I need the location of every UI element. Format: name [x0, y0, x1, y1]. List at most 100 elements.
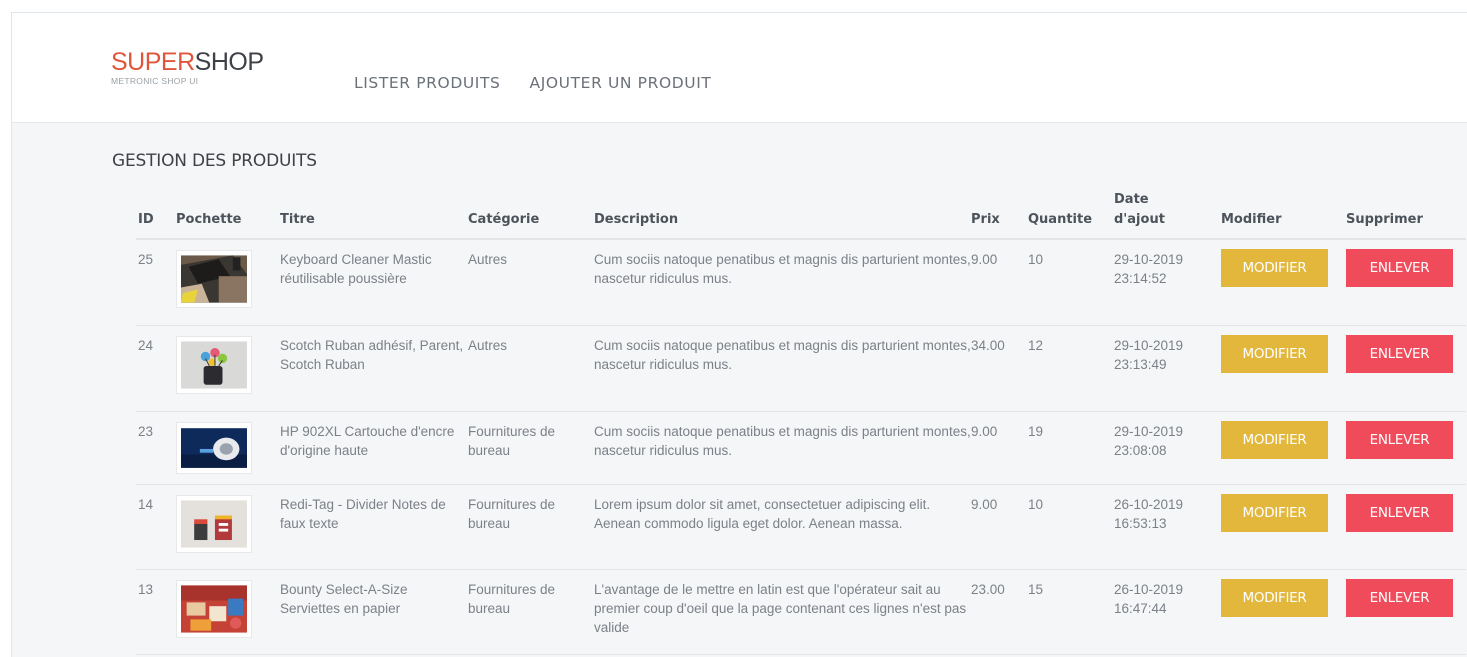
cell-titre: Redi-Tag - Divider Notes de faux texte [280, 496, 446, 531]
cell-date-time: 23:08:08 [1114, 442, 1167, 458]
product-thumbnail[interactable] [176, 579, 252, 638]
header-titre: Titre [280, 212, 315, 227]
modify-button[interactable]: MODIFIER [1221, 249, 1328, 287]
delete-button[interactable]: ENLEVER [1346, 493, 1453, 532]
cell-supprimer: ENLEVER [1346, 569, 1466, 654]
cell-pochette [176, 569, 280, 654]
product-thumbnail[interactable] [176, 250, 252, 308]
table-row: 25 Keyboard Cleaner Mastic réutilisable … [136, 239, 1466, 325]
cell-modifier: MODIFIER [1221, 569, 1346, 654]
cell-titre: Keyboard Cleaner Mastic réutilisable pou… [280, 252, 432, 286]
header-quantite: Quantite [1028, 212, 1093, 227]
cell-categorie: Fournitures de bureau [468, 496, 556, 531]
cell-quantite: 12 [1028, 337, 1044, 353]
header-description: Description [594, 212, 679, 227]
nav-item-lister-produits[interactable]: LISTER PRODUITS [354, 74, 500, 92]
cell-id: 25 [138, 252, 154, 267]
cell-date: 29-10-2019 23:08:08 [1114, 411, 1221, 484]
delete-button[interactable]: ENLEVER [1346, 334, 1453, 373]
table-row: 23 HP 902XL Cartouche d'encre d'origine … [136, 411, 1466, 484]
cell-date-day: 26-10-2019 [1114, 496, 1184, 512]
cell-date-day: 29-10-2019 [1114, 423, 1184, 439]
header-date-line2: d'ajout [1114, 212, 1165, 227]
cell-date-time: 23:14:52 [1114, 271, 1167, 286]
modify-button[interactable]: MODIFIER [1221, 334, 1328, 373]
cell-modifier: MODIFIER [1221, 484, 1346, 569]
cell-categorie: Autres [468, 337, 508, 353]
header-modifier: Modifier [1221, 212, 1282, 227]
cell-description: Cum sociis natoque penatibus et magnis d… [594, 337, 971, 372]
cell-titre: Scotch Ruban adhésif, Parent, Scotch Rub… [280, 337, 464, 372]
cell-prix: 23.00 [971, 581, 1005, 597]
cell-date: 29-10-2019 23:13:49 [1114, 325, 1221, 411]
page-title: GESTION DES PRODUITS [112, 151, 317, 171]
header-categorie: Catégorie [468, 212, 540, 227]
cell-id: 13 [138, 581, 154, 597]
divider-tabs-photo-icon [181, 499, 247, 548]
ink-cartridge-photo-icon [181, 427, 247, 468]
cell-quantite: 10 [1028, 496, 1044, 512]
delete-button[interactable]: ENLEVER [1346, 578, 1453, 617]
nav-item-ajouter-produit[interactable]: AJOUTER UN PRODUIT [529, 74, 711, 92]
cell-supprimer: ENLEVER [1346, 411, 1466, 484]
site-header: SUPERSHOP METRONIC SHOP UI LISTER PRODUI… [12, 13, 1467, 123]
header-pochette: Pochette [176, 212, 242, 227]
product-thumbnail[interactable] [176, 494, 252, 553]
cell-description: Cum sociis natoque penatibus et magnis d… [594, 423, 971, 458]
cell-pochette [176, 411, 280, 484]
keyboard-cleaner-photo-icon [181, 255, 247, 303]
cell-description: Lorem ipsum dolor sit amet, consectetuer… [594, 496, 931, 531]
products-table: ID Pochette Titre Catégorie Description … [136, 190, 1466, 655]
cell-categorie: Fournitures de bureau [468, 423, 556, 458]
header-prix: Prix [971, 212, 1000, 227]
main-nav: LISTER PRODUITS AJOUTER UN PRODUIT [354, 74, 711, 92]
table-header-row: ID Pochette Titre Catégorie Description … [136, 190, 1466, 239]
header-date-line1: Date [1114, 192, 1149, 207]
cell-prix: 9.00 [971, 252, 998, 267]
cell-pochette [176, 484, 280, 569]
brand-title: SUPERSHOP [111, 49, 264, 75]
cell-titre: HP 902XL Cartouche d'encre d'origine hau… [280, 423, 455, 458]
cell-date: 26-10-2019 16:53:13 [1114, 484, 1221, 569]
cell-quantite: 19 [1028, 423, 1044, 439]
cell-date: 29-10-2019 23:14:52 [1114, 239, 1221, 325]
product-thumbnail[interactable] [176, 421, 252, 474]
modify-button[interactable]: MODIFIER [1221, 420, 1328, 459]
cell-id: 23 [138, 423, 154, 439]
cell-date-time: 16:47:44 [1114, 600, 1167, 616]
cell-prix: 34.00 [971, 337, 1005, 353]
brand-logo[interactable]: SUPERSHOP METRONIC SHOP UI [111, 49, 264, 86]
modify-button[interactable]: MODIFIER [1221, 493, 1328, 532]
product-thumbnail[interactable] [176, 335, 252, 394]
cell-quantite: 10 [1028, 252, 1044, 267]
cell-date-time: 23:13:49 [1114, 356, 1167, 372]
brand-title-shop: SHOP [194, 48, 264, 76]
cell-modifier: MODIFIER [1221, 411, 1346, 484]
cell-prix: 9.00 [971, 496, 998, 512]
cell-date-day: 29-10-2019 [1114, 252, 1184, 267]
cell-pochette [176, 325, 280, 411]
cell-supprimer: ENLEVER [1346, 239, 1466, 325]
delete-button[interactable]: ENLEVER [1346, 249, 1453, 287]
cell-id: 24 [138, 337, 154, 353]
brand-subtitle: METRONIC SHOP UI [111, 76, 199, 86]
cell-prix: 9.00 [971, 423, 998, 439]
brand-title-super: SUPER [111, 48, 195, 76]
cell-date: 26-10-2019 16:47:44 [1114, 569, 1221, 654]
header-supprimer: Supprimer [1346, 212, 1423, 227]
cell-date-day: 29-10-2019 [1114, 337, 1184, 353]
main-content: GESTION DES PRODUITS ID Pochette Titre C… [12, 123, 1467, 657]
napkins-photo-icon [181, 584, 247, 633]
cell-titre: Bounty Select-A-Size Serviettes en papie… [280, 581, 408, 616]
cell-modifier: MODIFIER [1221, 325, 1346, 411]
delete-button[interactable]: ENLEVER [1346, 420, 1453, 459]
cell-description: L'avantage de le mettre en latin est que… [594, 581, 967, 635]
modify-button[interactable]: MODIFIER [1221, 578, 1328, 617]
table-row: 24 Scotch Ruban adhésif, Parent, Scotch … [136, 325, 1466, 411]
header-id: ID [138, 212, 154, 227]
cell-description: Cum sociis natoque penatibus et magnis d… [594, 252, 971, 286]
cell-categorie: Fournitures de bureau [468, 581, 556, 616]
cell-date-day: 26-10-2019 [1114, 581, 1184, 597]
cell-supprimer: ENLEVER [1346, 325, 1466, 411]
table-row: 13 Bounty Select-A-Size Serviettes en pa… [136, 569, 1466, 654]
